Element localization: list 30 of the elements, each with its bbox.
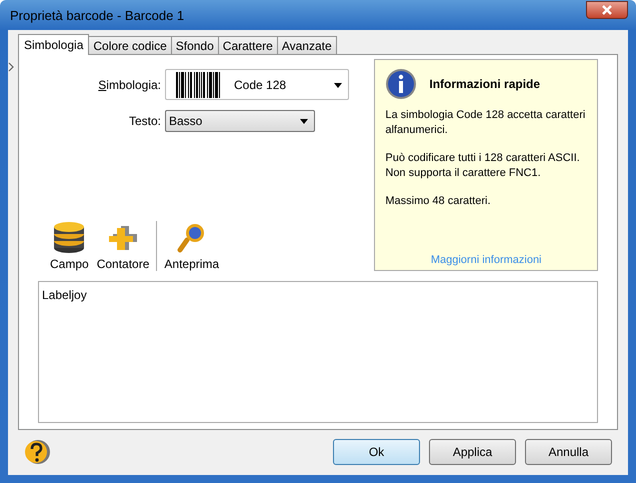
close-button[interactable] (586, 1, 628, 19)
apply-button[interactable]: Applica (429, 439, 516, 465)
tab[interactable]: Carattere (218, 36, 278, 54)
tab[interactable]: Colore codice (88, 36, 172, 54)
ok-button[interactable]: Ok (333, 439, 420, 465)
info-icon (385, 68, 418, 100)
info-title: Informazioni rapide (429, 77, 540, 91)
magnifier-icon (176, 222, 207, 254)
field-button[interactable]: Campo (46, 222, 93, 271)
close-icon (601, 5, 613, 15)
symbology-dropdown[interactable]: Code 128 (165, 69, 349, 100)
window-title: Proprietà barcode - Barcode 1 (9, 8, 184, 22)
caret-icon (334, 82, 342, 88)
text-position-dropdown[interactable]: Basso (165, 110, 315, 132)
tab[interactable]: Sfondo (170, 36, 219, 54)
counter-button[interactable]: Contatore (92, 222, 154, 271)
content-text-area[interactable]: Labeljoy (38, 281, 598, 423)
database-icon (52, 222, 86, 254)
cancel-button[interactable]: Annulla (525, 439, 612, 465)
help-icon[interactable] (24, 438, 50, 466)
preview-button[interactable]: Anteprima (160, 222, 224, 271)
tab[interactable]: Avanzate (276, 36, 337, 54)
info-text: Può codificare tutti i 128 caratteri ASCII. Non supporta il carattere FNC1. (385, 151, 581, 181)
info-text: Massimo 48 caratteri. (385, 194, 492, 209)
text-label: Testo: (128, 114, 162, 128)
tab[interactable]: Simbologia (18, 34, 90, 55)
symbology-label: Simbologia: (97, 78, 162, 92)
caret-icon (300, 119, 308, 124)
barcode-icon (176, 72, 222, 98)
info-text: La simbologia Code 128 accetta caratteri alfanumerici. (385, 108, 586, 138)
